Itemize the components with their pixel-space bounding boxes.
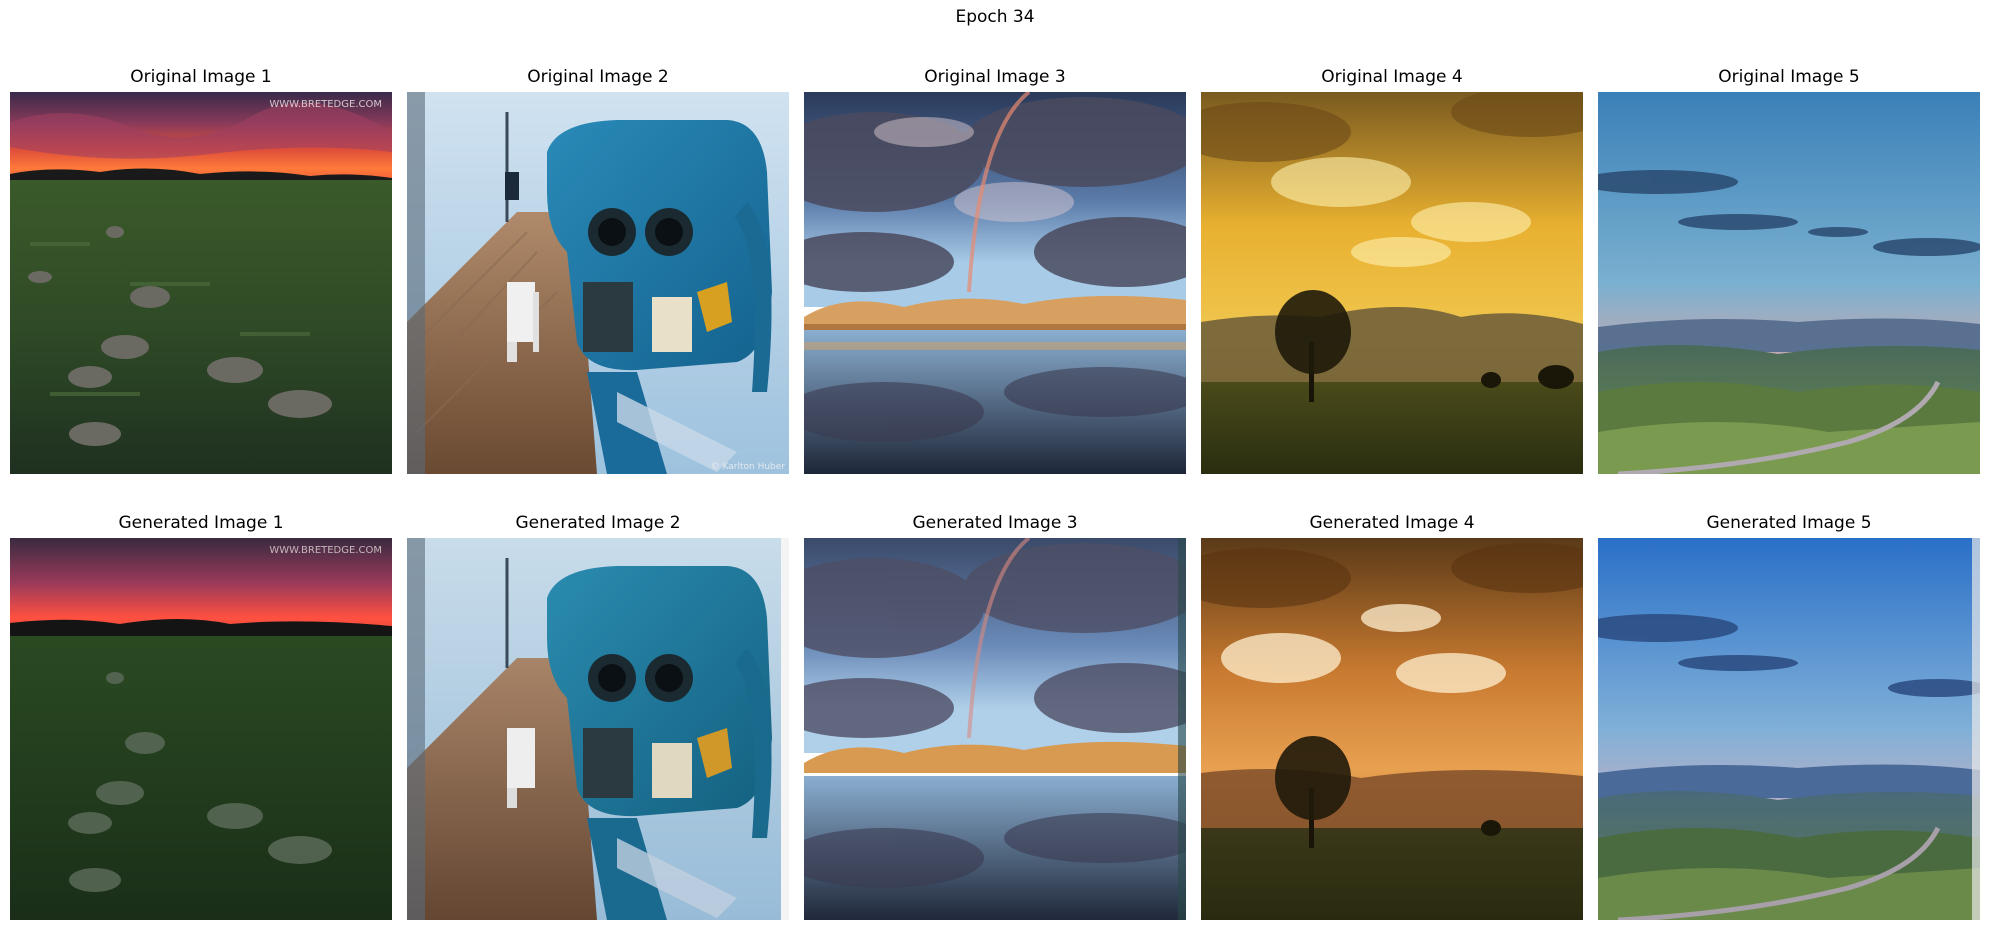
caption-original-2: Original Image 2 (527, 67, 669, 87)
original-image-2: © Karlton Huber (407, 92, 789, 474)
caption-generated-2: Generated Image 2 (515, 513, 681, 533)
watermark-image-2: © Karlton Huber (711, 462, 786, 472)
caption-original-5: Original Image 5 (1718, 67, 1860, 87)
caption-generated-4: Generated Image 4 (1309, 513, 1475, 533)
original-image-3 (804, 92, 1186, 474)
caption-original-4: Original Image 4 (1321, 67, 1463, 87)
generated-image-4 (1201, 538, 1583, 920)
caption-generated-1: Generated Image 1 (118, 513, 284, 533)
generated-image-3 (804, 538, 1186, 920)
caption-generated-5: Generated Image 5 (1706, 513, 1872, 533)
generated-image-1: WWW.BRETEDGE.COM (10, 538, 392, 920)
watermark-image-1: WWW.BRETEDGE.COM (269, 99, 382, 110)
original-image-5 (1598, 92, 1980, 474)
generated-image-2 (407, 538, 789, 920)
figure-title: Epoch 34 (955, 7, 1035, 27)
caption-generated-3: Generated Image 3 (912, 513, 1078, 533)
caption-original-1: Original Image 1 (130, 67, 272, 87)
generated-image-5 (1598, 538, 1980, 920)
watermark-generated-1: WWW.BRETEDGE.COM (269, 545, 382, 556)
caption-original-3: Original Image 3 (924, 67, 1066, 87)
original-image-1: WWW.BRETEDGE.COM (10, 92, 392, 474)
original-image-4 (1201, 92, 1583, 474)
